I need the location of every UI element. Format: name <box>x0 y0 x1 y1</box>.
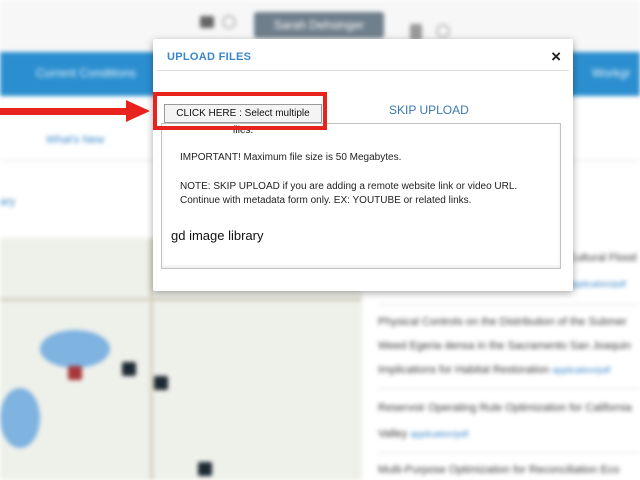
map-marker[interactable] <box>68 366 82 380</box>
important-note: IMPORTANT! Maximum file size is 50 Megab… <box>180 152 402 163</box>
list-divider <box>378 388 640 389</box>
list-item-link-text: application/pdf <box>568 279 627 289</box>
list-item-link[interactable]: application/pdf <box>568 278 640 290</box>
list-item-title: Cultural Flood <box>568 252 637 264</box>
list-divider <box>378 304 640 305</box>
map-marker[interactable] <box>154 376 168 390</box>
list-item-title: Weed Egeria densa in the Sacramento San … <box>378 340 631 352</box>
refresh-icon[interactable] <box>436 24 450 38</box>
upload-files-dialog: UPLOAD FILES × CLICK HERE : Select multi… <box>153 39 573 291</box>
map-marker[interactable] <box>198 462 212 476</box>
nav-item-current-conditions[interactable]: Current Conditions <box>36 66 136 80</box>
list-item-title: Implications for Habitat Restoration <box>378 364 550 376</box>
list-item[interactable]: Weed Egeria densa in the Sacramento San … <box>378 340 640 352</box>
nav-item-workgroups[interactable]: Workgr <box>592 66 630 80</box>
upload-info-box: IMPORTANT! Maximum file size is 50 Megab… <box>161 123 561 269</box>
annotation-highlight-box <box>153 92 327 130</box>
list-item-link-text[interactable]: application/pdf <box>552 365 610 375</box>
section-label: ary <box>0 196 16 208</box>
close-icon[interactable]: × <box>551 47 561 67</box>
map-road <box>0 298 362 301</box>
dialog-title: UPLOAD FILES <box>167 51 252 63</box>
map-marker[interactable] <box>122 362 136 376</box>
list-item[interactable]: Reservoir Operating Rule Optimization fo… <box>378 402 640 414</box>
skip-upload-link[interactable]: SKIP UPLOAD <box>389 103 469 117</box>
list-item-title: Reservoir Operating Rule Optimization fo… <box>378 402 632 414</box>
list-item[interactable]: Physical Controls on the Distribution of… <box>378 316 640 328</box>
image-library-label: gd image library <box>171 228 264 243</box>
list-item[interactable]: Cultural Flood <box>568 252 640 264</box>
list-item-title: Valley <box>378 428 408 440</box>
help-icon[interactable] <box>222 15 236 29</box>
user-button[interactable]: Sarah Dehsinger <box>254 12 384 38</box>
subnav-item-whats-new[interactable]: What's New <box>46 134 104 146</box>
arrow-head-icon <box>126 100 150 122</box>
thumbs-up-icon[interactable] <box>410 24 422 40</box>
map-water <box>40 330 110 368</box>
list-item-link-text[interactable]: application/pdf <box>410 429 468 439</box>
list-item[interactable]: Valley application/pdf <box>378 428 640 440</box>
list-item[interactable]: Implications for Habitat Restoration app… <box>378 364 640 376</box>
dialog-divider <box>157 70 569 71</box>
list-item-title: Physical Controls on the Distribution of… <box>378 316 627 328</box>
list-item-title: Multi-Purpose Optimization for Reconcili… <box>378 464 620 476</box>
map-water <box>0 388 40 448</box>
arrow-icon <box>0 108 128 115</box>
skip-note-line-1: NOTE: SKIP UPLOAD if you are adding a re… <box>180 181 518 192</box>
skip-note-line-2: Continue with metadata form only. EX: YO… <box>180 195 472 206</box>
list-item[interactable]: Multi-Purpose Optimization for Reconcili… <box>378 464 640 476</box>
print-icon[interactable] <box>200 16 214 28</box>
list-divider <box>378 452 640 453</box>
